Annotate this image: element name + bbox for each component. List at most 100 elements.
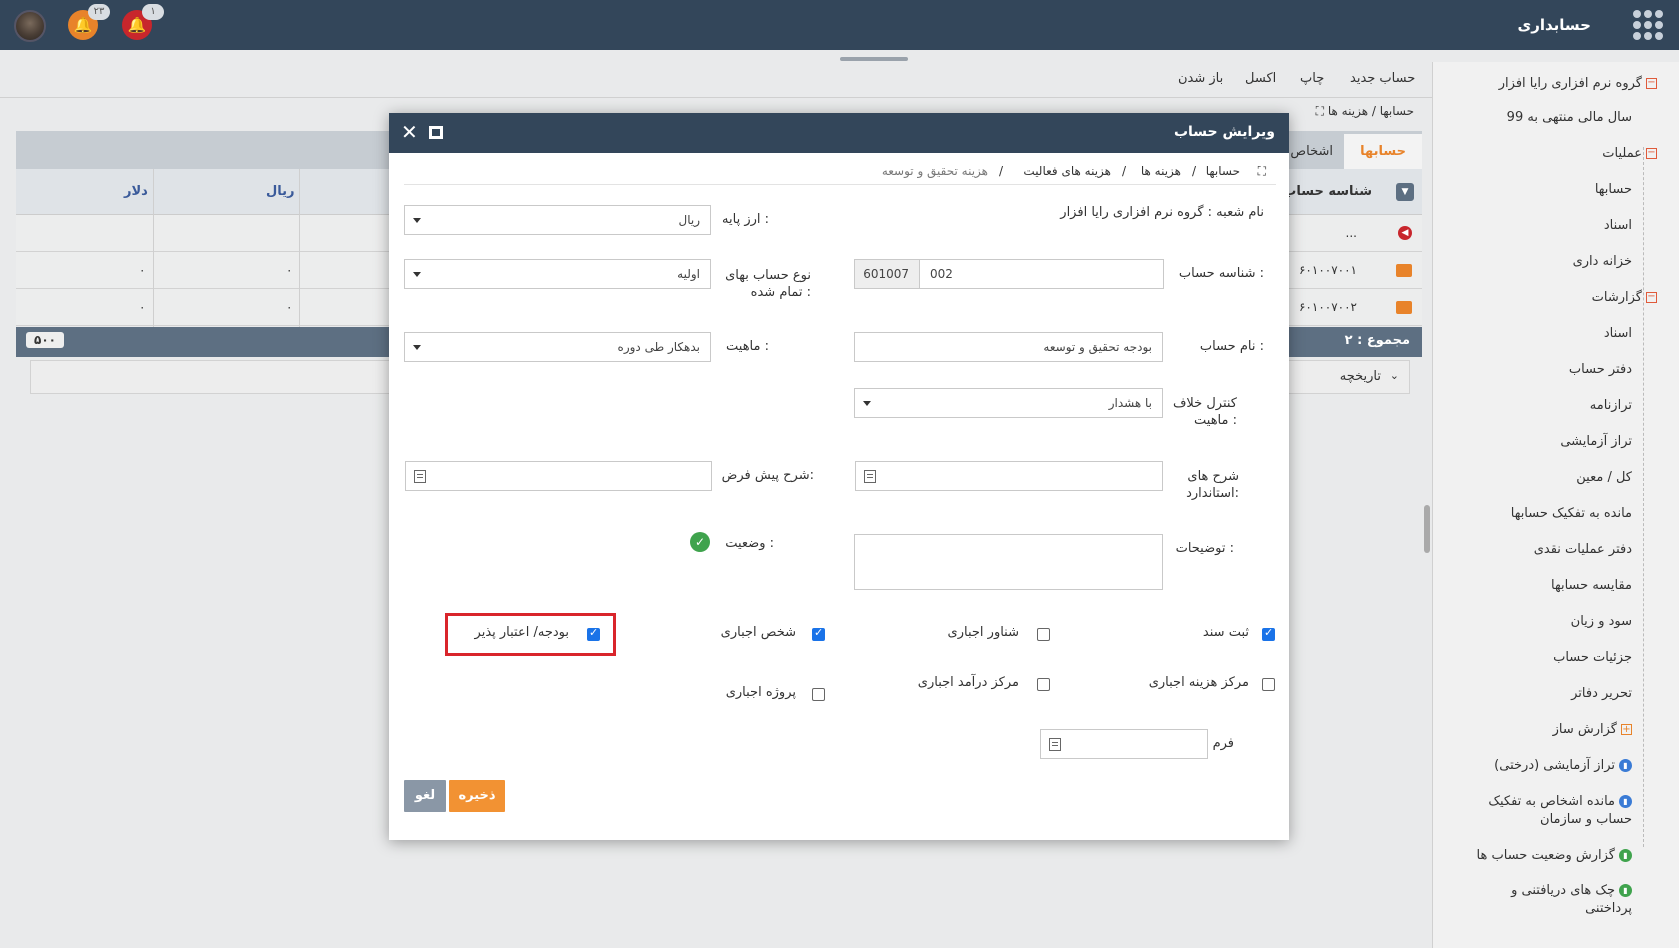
scrollbar[interactable] <box>1424 505 1430 553</box>
hierarchy-icon: ⛶ <box>1315 104 1325 118</box>
sidebar-item-fiscal-year[interactable]: سال مالی منتهی به 99 <box>1507 110 1632 125</box>
panel-resize-handle[interactable] <box>840 57 908 61</box>
highlight-annotation <box>445 613 616 656</box>
dropdown-arrow-icon <box>413 272 421 277</box>
column-divider <box>299 169 300 327</box>
sidebar-item-accounts[interactable]: حسابها <box>1595 182 1632 197</box>
floating-required-label: شناور اجباری <box>947 625 1019 640</box>
floating-required-checkbox[interactable] <box>1037 628 1050 641</box>
lookup-doc-icon[interactable] <box>864 470 876 483</box>
sidebar: گروه نرم افزاری رایا افزار − سال مالی منت… <box>1432 62 1679 948</box>
folder-person-icon <box>1396 301 1412 314</box>
register-doc-checkbox[interactable] <box>1262 626 1275 641</box>
sidebar-item-treasury[interactable]: خزانه داری <box>1573 254 1632 269</box>
sidebar-item-report-documents[interactable]: اسناد <box>1604 326 1632 341</box>
apps-grid-icon[interactable] <box>1633 10 1663 40</box>
top-bar: 🔔 ۲۳ 🔔 ۱ حسابداری <box>0 0 1679 50</box>
person-required-label: شخص اجباری <box>720 625 796 640</box>
sidebar-item-cash-ops[interactable]: دفتر عملیات نقدی <box>1534 542 1632 557</box>
account-name-field[interactable]: بودجه تحقیق و توسعه <box>854 332 1163 362</box>
sidebar-item-profit-loss[interactable]: سود و زیان <box>1571 614 1632 629</box>
cost-center-required-checkbox[interactable] <box>1262 678 1275 691</box>
sidebar-item-operations[interactable]: عملیات − <box>1602 146 1657 161</box>
open-button[interactable]: باز شدن <box>1178 71 1223 86</box>
app-title: حسابداری <box>1517 16 1591 34</box>
person-required-checkbox[interactable] <box>812 626 825 641</box>
dropdown-arrow-icon <box>413 345 421 350</box>
maximize-icon[interactable] <box>429 126 443 139</box>
column-header-dollar[interactable]: دلار <box>124 184 148 199</box>
sidebar-item-account-details[interactable]: جزئیات حساب <box>1553 650 1632 665</box>
lookup-doc-icon[interactable] <box>1049 738 1061 751</box>
project-required-checkbox[interactable] <box>812 688 825 701</box>
report-chart-icon: ▮ <box>1619 795 1632 808</box>
collapse-minus-icon[interactable]: − <box>1646 292 1657 303</box>
sidebar-item-trial-balance[interactable]: تراز آزمایشی <box>1560 434 1632 449</box>
sidebar-item-company[interactable]: گروه نرم افزاری رایا افزار − <box>1499 76 1657 91</box>
page-breadcrumb: ⛶ حسابها / هزینه ها <box>1315 104 1414 118</box>
tree-line <box>1643 147 1644 847</box>
report-chart-icon: ▮ <box>1619 884 1632 897</box>
nature-control-select[interactable]: با هشدار <box>854 388 1163 418</box>
sidebar-item-ledger-writing[interactable]: تحریر دفاتر <box>1571 686 1632 701</box>
new-account-button[interactable]: حساب جدید <box>1350 71 1415 86</box>
notes-textarea[interactable] <box>854 534 1163 590</box>
cell-rial: ۰ <box>286 263 293 277</box>
account-id-label: شناسه حساب : <box>1178 266 1264 281</box>
cell-dollar: ۰ <box>139 300 146 314</box>
income-center-required-checkbox[interactable] <box>1037 678 1050 691</box>
cell-rial: ۰ <box>286 300 293 314</box>
column-header-rial[interactable]: ریال <box>266 184 295 199</box>
sidebar-item-balance-sheet[interactable]: ترازنامه <box>1590 398 1632 413</box>
sidebar-item-reports[interactable]: گزارشات − <box>1592 290 1657 305</box>
excel-button[interactable]: اکسل <box>1245 71 1276 86</box>
close-icon[interactable]: ✕ <box>401 121 418 143</box>
collapse-icon[interactable]: ▼ <box>1396 183 1414 201</box>
register-doc-label: ثبت سند <box>1202 625 1249 640</box>
standard-desc-field[interactable] <box>855 461 1163 491</box>
sidebar-item-account-status[interactable]: گزارش وضعیت حساب ها ▮ <box>1477 848 1632 863</box>
sidebar-item-compare-accounts[interactable]: مقایسه حسابها <box>1551 578 1632 593</box>
sidebar-item-account-balance[interactable]: مانده به تفکیک حسابها <box>1511 506 1632 521</box>
status-label: وضعیت : <box>725 536 774 551</box>
breadcrumb-expenses[interactable]: هزینه ها <box>1141 164 1181 178</box>
print-button[interactable]: چاپ <box>1300 71 1324 86</box>
sidebar-item-report-builder[interactable]: گزارش ساز + <box>1553 722 1632 737</box>
breadcrumb-accounts[interactable]: حسابها <box>1206 164 1240 178</box>
tab-accounts[interactable]: حسابها <box>1344 134 1422 169</box>
standard-desc-label: شرح های استاندارد: <box>1186 469 1239 501</box>
notification-bell-icon[interactable]: 🔔 ۲۳ <box>68 4 110 40</box>
expand-plus-icon[interactable]: + <box>1621 724 1632 735</box>
sidebar-item-ledger[interactable]: دفتر حساب <box>1569 362 1632 377</box>
cost-type-select[interactable]: اولیه <box>404 259 711 289</box>
account-id-field[interactable]: 002 <box>919 259 1164 289</box>
back-arrow-icon[interactable]: ◀ <box>1398 226 1412 240</box>
chevron-down-icon[interactable]: ⌄ <box>1390 369 1399 382</box>
form-field[interactable] <box>1040 729 1208 759</box>
history-label: تاریخچه <box>1339 369 1381 384</box>
cancel-button[interactable]: لغو <box>404 780 446 812</box>
toolbar: حساب جدید چاپ اکسل باز شدن <box>0 62 1432 98</box>
account-id-prefix: 601007 <box>854 259 920 289</box>
default-desc-field[interactable] <box>405 461 712 491</box>
breadcrumb-activity-expenses[interactable]: هزینه های فعالیت <box>1023 164 1111 178</box>
report-chart-icon: ▮ <box>1619 849 1632 862</box>
save-button[interactable]: ذخیره <box>449 780 505 812</box>
sidebar-item-cheques[interactable]: چک های دریافتنی و ▮ پرداختنی <box>1511 882 1632 918</box>
sidebar-item-tree-trial[interactable]: تراز آزمایشی (درختی) ▮ <box>1494 758 1632 773</box>
collapse-minus-icon[interactable]: − <box>1646 78 1657 89</box>
account-name-label: نام حساب : <box>1199 339 1264 354</box>
base-currency-select[interactable]: ریال <box>404 205 711 235</box>
report-chart-icon: ▮ <box>1619 759 1632 772</box>
dropdown-arrow-icon <box>863 401 871 406</box>
cell-id: ۶۰۱۰۰۷۰۰۱ <box>1298 263 1357 277</box>
lookup-doc-icon[interactable] <box>414 470 426 483</box>
alert-bell-icon[interactable]: 🔔 ۱ <box>122 4 164 40</box>
user-avatar[interactable] <box>14 10 46 42</box>
column-header-id[interactable]: شناسه حساب <box>1283 184 1372 199</box>
sidebar-item-general-ledger[interactable]: کل / معین <box>1576 470 1632 485</box>
sidebar-item-person-balance[interactable]: مانده اشخاص به تفکیک ▮ حساب و سازمان <box>1488 793 1632 829</box>
nature-select[interactable]: بدهکار طی دوره <box>404 332 711 362</box>
sidebar-item-documents[interactable]: اسناد <box>1604 218 1632 233</box>
collapse-minus-icon[interactable]: − <box>1646 148 1657 159</box>
